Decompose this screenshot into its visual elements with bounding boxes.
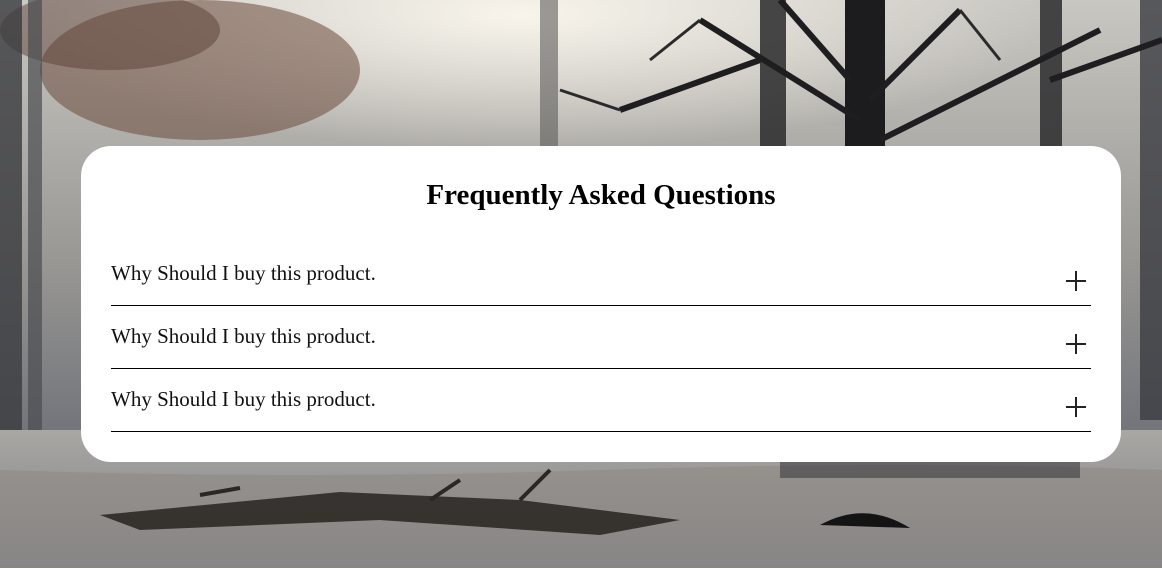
faq-list: Why Should I buy this product. Why Shoul… [111, 243, 1091, 432]
faq-question: Why Should I buy this product. [111, 387, 376, 411]
faq-item[interactable]: Why Should I buy this product. [111, 243, 1091, 306]
plus-icon[interactable] [1066, 271, 1086, 291]
plus-icon[interactable] [1066, 334, 1086, 354]
faq-item[interactable]: Why Should I buy this product. [111, 369, 1091, 432]
plus-icon[interactable] [1066, 397, 1086, 417]
faq-question: Why Should I buy this product. [111, 261, 376, 285]
faq-title: Frequently Asked Questions [426, 179, 776, 211]
faq-question: Why Should I buy this product. [111, 324, 376, 348]
faq-card: Frequently Asked Questions Why Should I … [81, 146, 1121, 462]
faq-item[interactable]: Why Should I buy this product. [111, 306, 1091, 369]
